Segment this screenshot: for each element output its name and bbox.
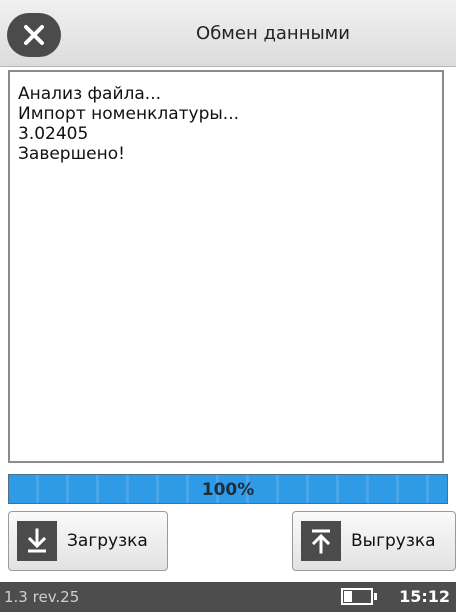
download-button-label: Загрузка: [67, 531, 148, 551]
download-button[interactable]: Загрузка: [8, 511, 168, 571]
title-bar: Обмен данными: [0, 0, 456, 67]
status-bar: 1.3 rev.25 15:12: [0, 582, 456, 612]
battery-tip: [374, 593, 377, 600]
close-button[interactable]: [7, 13, 61, 57]
upload-button-label: Выгрузка: [351, 531, 436, 551]
log-line: Анализ файла...: [18, 84, 162, 104]
progress-label: 100%: [201, 480, 255, 500]
close-icon: [24, 25, 44, 45]
log-line: Импорт номенклатуры...: [18, 104, 240, 124]
progress-bar: 100%: [8, 474, 448, 504]
version-label: 1.3 rev.25: [4, 588, 80, 606]
page-title: Обмен данными: [196, 23, 350, 44]
upload-button[interactable]: Выгрузка: [292, 511, 456, 571]
battery-level: [344, 591, 352, 602]
clock: 15:12: [399, 587, 450, 606]
log-output: Анализ файла... Импорт номенклатуры... 3…: [8, 70, 444, 463]
upload-icon: [301, 521, 341, 561]
log-line: 3.02405: [18, 124, 89, 144]
download-icon: [17, 521, 57, 561]
battery-icon: [341, 588, 373, 605]
log-line: Завершено!: [18, 144, 125, 164]
